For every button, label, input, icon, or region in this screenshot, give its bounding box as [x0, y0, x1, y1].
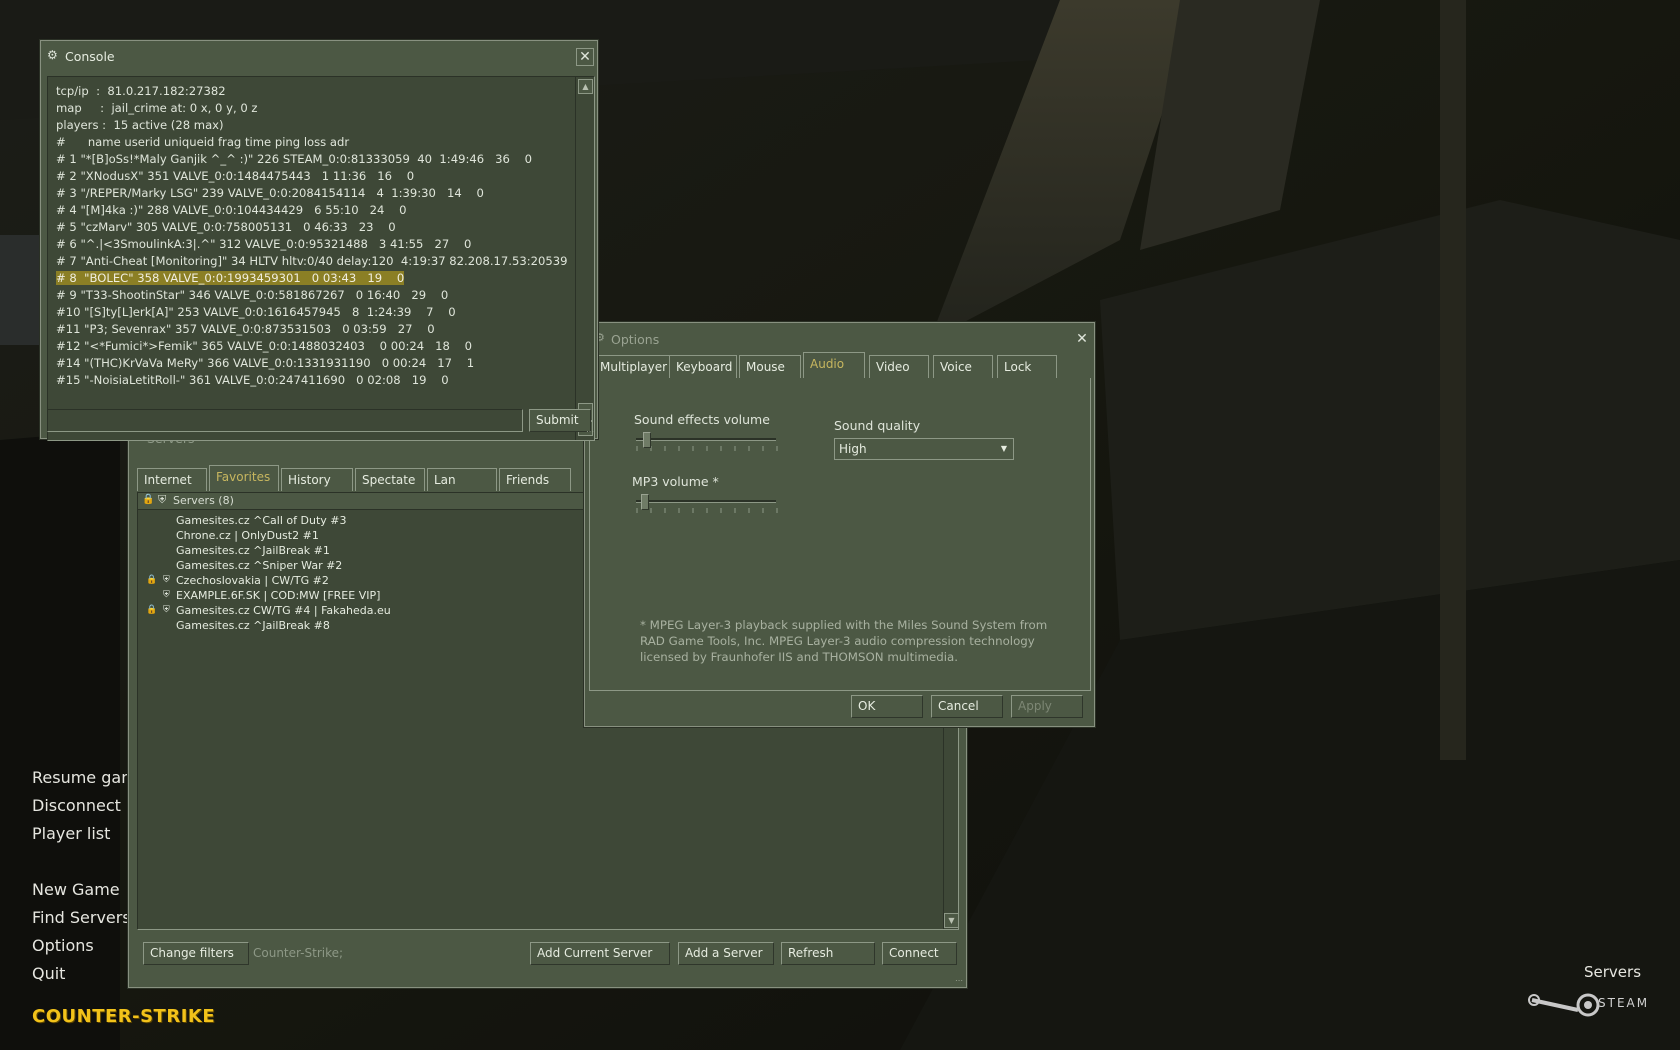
tab-voice[interactable]: Voice: [933, 355, 993, 378]
tab-video[interactable]: Video: [869, 355, 929, 378]
ok-button[interactable]: OK: [851, 695, 923, 718]
menu-disconnect[interactable]: Disconnect: [32, 796, 121, 815]
console-line: #14 "(THC)KrVaVa MeRy" 366 VALVE_0:0:133…: [56, 356, 475, 370]
sound-quality-label: Sound quality: [834, 418, 921, 433]
sound-quality-dropdown[interactable]: High ▼: [834, 438, 1014, 460]
server-name: Gamesites.cz ^Sniper War #2: [176, 559, 343, 572]
add-a-server-button[interactable]: Add a Server: [678, 942, 774, 965]
options-window-title: Options: [611, 332, 660, 347]
favorite-column-icon: ⛨: [158, 493, 167, 506]
chevron-down-icon: ▼: [1000, 444, 1007, 453]
tab-internet[interactable]: Internet: [137, 468, 207, 491]
mp3-license-note: * MPEG Layer-3 playback supplied with th…: [640, 617, 1047, 665]
scroll-up-arrow[interactable]: ▲: [578, 79, 593, 94]
menu-options[interactable]: Options: [32, 936, 94, 955]
anticheat-shield-icon: ⛨: [163, 575, 170, 585]
cancel-button[interactable]: Cancel: [931, 695, 1003, 718]
steam-small-icon: ⚙: [47, 48, 58, 62]
mp3-volume-slider[interactable]: [632, 494, 782, 514]
resize-grip-icon[interactable]: ⋯: [955, 976, 963, 985]
tab-lock[interactable]: Lock: [997, 355, 1057, 378]
options-close-icon[interactable]: ✕: [1073, 331, 1091, 349]
tab-mouse[interactable]: Mouse: [739, 355, 801, 378]
anticheat-shield-icon: ⛨: [163, 605, 170, 615]
server-name: Gamesites.cz ^Call of Duty #3: [176, 514, 347, 527]
server-name: EXAMPLE.6F.SK | COD:MW [FREE VIP]: [176, 589, 381, 602]
menu-player-list[interactable]: Player list: [32, 824, 110, 843]
console-scrollbar[interactable]: ▲ ▼: [575, 77, 594, 440]
mp3-volume-label: MP3 volume *: [632, 474, 719, 489]
audio-panel: Sound effects volume MP3 volume * Sound …: [589, 378, 1091, 691]
console-line: #12 "<*Fumici*>Femik" 365 VALVE_0:0:1488…: [56, 339, 473, 353]
lock-icon: 🔒: [146, 575, 158, 585]
console-line: # 1 "*[B]oSs!*Maly Ganjik ^_^ :)" 226 ST…: [56, 152, 533, 166]
server-name: Gamesites.cz ^JailBreak #8: [176, 619, 330, 632]
console-line: map : jail_crime at: 0 x, 0 y, 0 z: [56, 101, 258, 115]
console-output[interactable]: tcp/ip : 81.0.217.182:27382 map : jail_cr…: [47, 76, 595, 441]
note-line: RAD Game Tools, Inc. MPEG Layer-3 audio …: [640, 634, 1035, 648]
tab-spectate[interactable]: Spectate: [355, 468, 425, 491]
menu-find-servers[interactable]: Find Servers: [32, 908, 131, 927]
console-line: # 4 "[M]4ka :)" 288 VALVE_0:0:104434429 …: [56, 203, 407, 217]
sound-effects-label: Sound effects volume: [634, 412, 770, 427]
scroll-down-arrow[interactable]: ▼: [944, 913, 959, 928]
anticheat-shield-icon: ⛨: [163, 590, 170, 600]
sound-quality-value: High: [839, 442, 867, 456]
mp3-volume-thumb[interactable]: [641, 494, 650, 510]
server-list-header-label: Servers (8): [173, 494, 234, 507]
sound-effects-thumb[interactable]: [642, 432, 651, 448]
tab-audio[interactable]: Audio: [803, 352, 865, 378]
resize-grip-icon[interactable]: ⋯: [586, 427, 594, 436]
lock-icon: 🔒: [146, 605, 158, 615]
console-line: #15 "-NoisiaLetitRoll-" 361 VALVE_0:0:24…: [56, 373, 449, 387]
console-log: tcp/ip : 81.0.217.182:27382 map : jail_cr…: [56, 83, 576, 389]
console-line: # 7 "Anti-Cheat [Monitoring]" 34 HLTV hl…: [56, 254, 568, 268]
filter-summary-text: Counter-Strike;: [253, 946, 344, 960]
tab-lan[interactable]: Lan: [427, 468, 497, 491]
server-name: Gamesites.cz CW/TG #4 | Fakaheda.eu: [176, 604, 391, 617]
console-line: # name userid uniqueid frag time ping lo…: [56, 135, 350, 149]
console-line: #11 "P3; Sevenrax" 357 VALVE_0:0:8735315…: [56, 322, 435, 336]
add-current-server-button[interactable]: Add Current Server: [530, 942, 670, 965]
console-line: #10 "[S]ty[L]erk[A]" 253 VALVE_0:0:16164…: [56, 305, 456, 319]
apply-button[interactable]: Apply: [1011, 695, 1083, 718]
console-line: # 5 "czMarv" 305 VALVE_0:0:758005131 0 4…: [56, 220, 396, 234]
console-line: # 6 "^.|<3SmoulinkA:3|.^" 312 VALVE_0:0:…: [56, 237, 472, 251]
servers-corner-label: Servers: [1584, 963, 1642, 981]
tab-friends[interactable]: Friends: [499, 468, 571, 491]
server-name: Chrone.cz | OnlyDust2 #1: [176, 529, 319, 542]
tab-multiplayer[interactable]: Multiplayer: [593, 355, 673, 378]
console-close-icon[interactable]: ✕: [576, 48, 594, 66]
console-line: # 9 "T33-ShootinStar" 346 VALVE_0:0:5818…: [56, 288, 449, 302]
steam-label: STEAM: [1598, 996, 1650, 1010]
note-line: * MPEG Layer-3 playback supplied with th…: [640, 618, 1048, 632]
sound-effects-slider[interactable]: [632, 432, 782, 452]
note-line: licensed by Fraunhofer IIS and THOMSON m…: [640, 650, 958, 664]
options-window: Options ⚙ ✕ Multiplayer Keyboard Mouse A…: [584, 322, 1095, 727]
console-input[interactable]: [47, 409, 523, 432]
server-name: Gamesites.cz ^JailBreak #1: [176, 544, 330, 557]
tab-history[interactable]: History: [281, 468, 353, 491]
console-line: # 2 "XNodusX" 351 VALVE_0:0:1484475443 1…: [56, 169, 415, 183]
console-line: # 3 "/REPER/Marky LSG" 239 VALVE_0:0:208…: [56, 186, 484, 200]
lock-column-icon: 🔒: [142, 494, 155, 505]
refresh-button[interactable]: Refresh: [781, 942, 875, 965]
menu-new-game[interactable]: New Game: [32, 880, 120, 899]
tab-favorites[interactable]: Favorites: [209, 465, 279, 491]
console-line: tcp/ip : 81.0.217.182:27382: [56, 84, 226, 98]
counter-strike-logo: COUNTER-STRIKE: [32, 1006, 216, 1027]
submit-button[interactable]: Submit: [529, 409, 591, 432]
change-filters-button[interactable]: Change filters: [143, 942, 249, 965]
tab-keyboard[interactable]: Keyboard: [669, 355, 737, 378]
console-line: # 8 "BOLEC" 358 VALVE_0:0:1993459301 0 0…: [56, 271, 405, 285]
connect-button[interactable]: Connect: [882, 942, 957, 965]
menu-quit[interactable]: Quit: [32, 964, 65, 983]
console-window: ⚙ Console ✕ tcp/ip : 81.0.217.182:27382 m…: [40, 40, 598, 441]
console-window-title: Console: [65, 49, 115, 64]
console-line: players : 15 active (28 max): [56, 118, 224, 132]
server-name: Czechoslovakia | CW/TG #2: [176, 574, 329, 587]
